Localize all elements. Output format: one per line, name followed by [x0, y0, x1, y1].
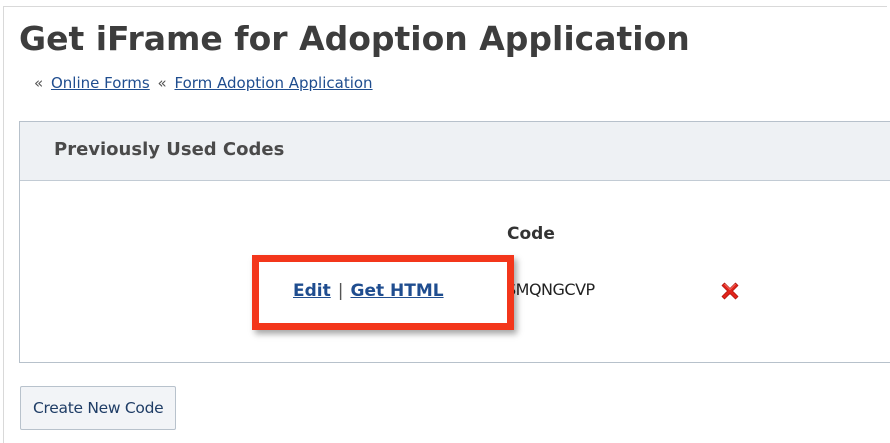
breadcrumb-link-form-adoption-application[interactable]: Form Adoption Application [174, 74, 372, 92]
breadcrumb-link-online-forms[interactable]: Online Forms [51, 74, 150, 92]
action-divider: | [337, 281, 344, 301]
breadcrumb-separator: « [34, 74, 44, 92]
previously-used-codes-panel: Previously Used Codes [19, 121, 890, 363]
breadcrumb-separator: « [157, 74, 167, 92]
get-html-link[interactable]: Get HTML [350, 281, 443, 301]
edit-link[interactable]: Edit [293, 281, 331, 301]
code-value: SMQNGCVP [506, 280, 595, 299]
panel-title: Previously Used Codes [54, 139, 285, 160]
breadcrumb: « Online Forms « Form Adoption Applicati… [31, 72, 373, 94]
page-title: Get iFrame for Adoption Application [19, 19, 690, 58]
code-row-actions: Edit | Get HTML [293, 281, 444, 301]
red-x-icon[interactable] [718, 279, 742, 303]
create-new-code-button[interactable]: Create New Code [20, 386, 177, 430]
code-column-header: Code [507, 224, 555, 244]
